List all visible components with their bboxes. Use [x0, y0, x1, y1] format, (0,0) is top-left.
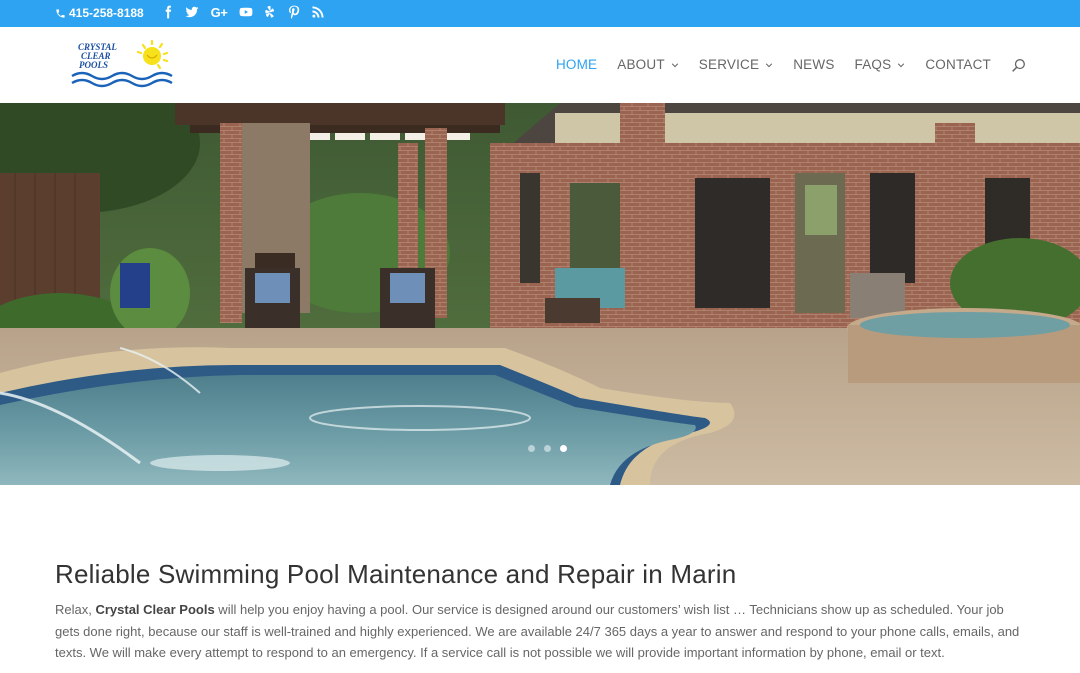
- nav-contact-label: CONTACT: [925, 57, 991, 72]
- slider-dot-1[interactable]: [527, 445, 535, 452]
- phone-icon: [56, 8, 65, 18]
- social-links: G+: [160, 4, 326, 20]
- nav-news[interactable]: NEWS: [793, 57, 834, 72]
- hero-slider[interactable]: [0, 103, 1080, 485]
- nav-service-label: SERVICE: [698, 57, 760, 72]
- search-icon[interactable]: [1011, 58, 1026, 73]
- intro-text-pre: Relax,: [55, 602, 96, 617]
- top-bar: 415-258-8188 G+: [0, 0, 1080, 27]
- nav-home-label: HOME: [555, 57, 598, 72]
- slider-dot-2[interactable]: [543, 445, 551, 452]
- intro-section: Reliable Swimming Pool Maintenance and R…: [55, 558, 1025, 664]
- google-plus-glyph: G+: [210, 4, 228, 20]
- google-plus-icon[interactable]: G+: [208, 4, 230, 20]
- logo-text-pools: POOLS: [79, 60, 108, 70]
- yelp-icon[interactable]: [262, 4, 278, 20]
- page-heading: Reliable Swimming Pool Maintenance and R…: [55, 559, 737, 589]
- phone-number: 415-258-8188: [69, 6, 144, 20]
- site-header: CRYSTAL CLEAR POOLS HOME ABOUT SERVICE N…: [0, 27, 1080, 103]
- slider-dot-3[interactable]: [559, 445, 567, 452]
- nav-faqs-label: FAQS: [854, 57, 892, 72]
- twitter-icon[interactable]: [184, 4, 200, 20]
- nav-about[interactable]: ABOUT: [617, 57, 679, 72]
- slider-dots: [0, 445, 1080, 452]
- phone-link[interactable]: 415-258-8188: [55, 6, 144, 20]
- nav-faqs[interactable]: FAQS: [855, 57, 906, 72]
- company-name: Crystal Clear Pools: [95, 602, 215, 617]
- nav-news-label: NEWS: [793, 57, 835, 72]
- sun-icon: [136, 39, 169, 70]
- chevron-down-icon: [898, 62, 905, 67]
- chevron-down-icon: [671, 62, 678, 67]
- youtube-icon[interactable]: [238, 4, 254, 20]
- waves-icon: [71, 71, 173, 88]
- nav-about-label: ABOUT: [617, 57, 665, 72]
- nav-contact[interactable]: CONTACT: [925, 57, 991, 72]
- pinterest-icon[interactable]: [286, 4, 302, 20]
- nav-home[interactable]: HOME: [556, 57, 597, 72]
- crystal-clear-pools-logo[interactable]: CRYSTAL CLEAR POOLS: [70, 38, 180, 90]
- main-nav: HOME ABOUT SERVICE NEWS FAQS CONTACT: [536, 56, 1026, 73]
- nav-service[interactable]: SERVICE: [699, 57, 773, 72]
- facebook-icon[interactable]: [160, 4, 176, 20]
- chevron-down-icon: [766, 62, 773, 67]
- rss-icon[interactable]: [310, 4, 326, 20]
- pool-patio-photo: [0, 103, 1080, 485]
- intro-paragraph: Relax, Crystal Clear Pools will help you…: [55, 599, 1025, 664]
